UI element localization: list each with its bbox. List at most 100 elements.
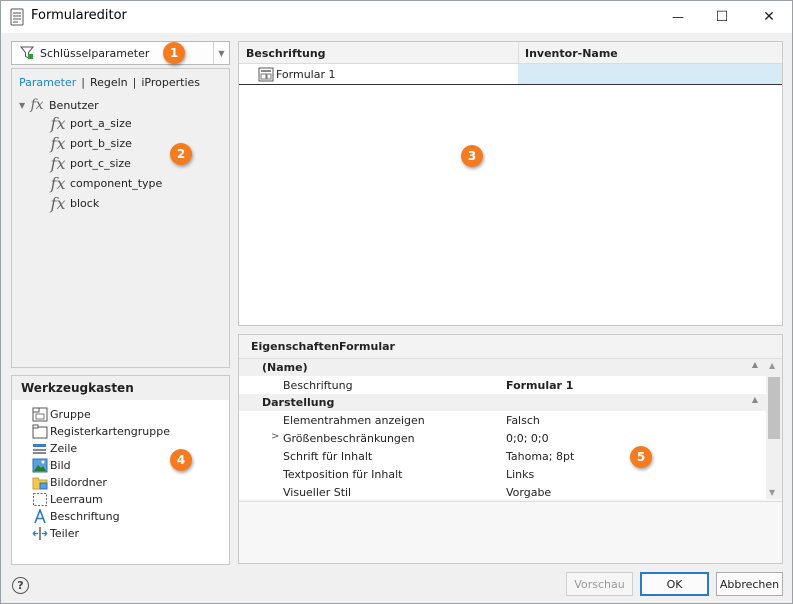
tab-parameter[interactable]: Parameter [19,76,76,89]
collapse-triangle-icon[interactable]: ▼ [19,101,29,110]
row-inventor-name-cell[interactable] [518,64,782,84]
help-icon[interactable]: ? [12,577,29,594]
tool-bild[interactable]: Bild [32,457,71,474]
parameter-tree-panel: Parameter | Regeln | iProperties ▼ fx Benutz… [11,68,230,368]
tree-tabs: Parameter | Regeln | iProperties [19,76,200,89]
tool-teiler[interactable]: Teiler [32,525,79,542]
ok-button[interactable]: OK [640,572,709,596]
grid-header: Beschriftung Inventor-Name [239,42,782,64]
formula-editor-window: Formulareditor — ☐ ✕ Schlüsselparameter … [0,0,793,604]
toolbox-title: Werkzeugkasten [21,381,134,395]
property-value[interactable]: 0;0; 0;0 [506,432,549,445]
tool-label: Bild [50,459,71,472]
tool-gruppe[interactable]: Gruppe [32,406,91,423]
scroll-up-icon[interactable]: ▲ [769,361,775,370]
parameter-filter-dropdown[interactable]: Schlüsselparameter ▼ [11,41,230,65]
tree-item-block[interactable]: fx block [50,193,100,213]
tree-item-label: component_type [70,176,163,190]
chevron-down-icon[interactable]: ▼ [213,42,229,64]
maximize-button[interactable]: ☐ [699,1,745,33]
form-icon [258,67,274,82]
group-icon [32,407,48,422]
filter-label: Schlüsselparameter [40,47,150,60]
property-name: Visueller Stil [283,486,352,499]
category-name[interactable]: (Name) ▲ [239,359,766,376]
tree-item-port-a-size[interactable]: fx port_a_size [50,113,132,133]
property-row-elementrahmen[interactable]: Elementrahmen anzeigen Falsch [239,411,766,429]
filter-icon [20,46,34,59]
tool-registerkartengruppe[interactable]: Registerkartengruppe [32,423,170,440]
preview-button[interactable]: Vorschau [566,572,633,596]
expand-chevron-icon[interactable]: > [271,431,279,442]
column-divider[interactable] [518,42,519,64]
property-value[interactable]: Tahoma; 8pt [506,450,574,463]
tree-item-port-c-size[interactable]: fx port_c_size [50,153,131,173]
column-header-inventor-name[interactable]: Inventor-Name [525,47,618,60]
table-row[interactable]: Formular 1 [239,64,782,85]
property-description-area [239,501,782,563]
property-row-beschriftung[interactable]: Beschriftung Formular 1 [239,376,766,394]
image-icon [32,458,48,473]
category-darstellung[interactable]: Darstellung ▲ [239,394,766,411]
close-button[interactable]: ✕ [746,1,792,33]
category-label: Darstellung [262,396,335,409]
property-name: Beschriftung [283,379,353,392]
property-value[interactable]: Vorgabe [506,486,551,499]
callout-badge-5: 5 [630,446,652,468]
property-row-visueller-stil[interactable]: Visueller Stil Vorgabe [239,483,766,499]
properties-header-object: Formular [339,340,395,353]
minimize-icon: — [672,10,684,24]
fx-icon: fx [50,133,66,153]
minimize-button[interactable]: — [655,1,701,33]
fx-icon: fx [50,113,66,133]
form-elements-grid: Beschriftung Inventor-Name Formular 1 [238,41,783,326]
category-label: (Name) [262,361,308,374]
spacer-icon [33,493,47,506]
title-bar: Formulareditor — ☐ ✕ [1,1,792,33]
image-folder-icon [32,477,48,490]
fx-icon: fx [50,193,66,213]
collapse-arrow-icon[interactable]: ▲ [752,360,758,369]
tool-leerraum[interactable]: Leerraum [32,491,103,508]
tree-item-label: port_a_size [70,116,132,130]
tab-iproperties[interactable]: iProperties [141,76,200,89]
tool-label: Registerkartengruppe [50,425,170,438]
property-row-textposition[interactable]: Textposition für Inhalt Links [239,465,766,483]
property-row-groessenbeschraenkungen[interactable]: > Größenbeschränkungen 0;0; 0;0 [239,429,766,447]
column-header-beschriftung[interactable]: Beschriftung [246,47,326,60]
callout-badge-1: 1 [163,42,185,64]
tab-separator: | [81,76,85,89]
callout-badge-4: 4 [170,449,192,471]
tool-label: Zeile [50,442,78,455]
collapse-arrow-icon[interactable]: ▲ [752,395,758,404]
properties-panel: Eigenschaften Formular (Name) ▲ Beschrif… [238,334,783,564]
tool-beschriftung[interactable]: Beschriftung [32,508,120,525]
property-name: Schrift für Inhalt [283,450,373,463]
property-grid: (Name) ▲ Beschriftung Formular 1 Darstel… [239,359,766,499]
tool-bildordner[interactable]: Bildordner [32,474,107,491]
scrollbar-thumb[interactable] [768,377,780,439]
tree-item-component-type[interactable]: fx component_type [50,173,163,193]
property-value[interactable]: Links [506,468,534,481]
tool-label: Leerraum [50,493,103,506]
callout-badge-2: 2 [170,143,192,165]
tool-zeile[interactable]: Zeile [32,440,77,457]
label-icon [34,509,46,524]
fx-icon: fx [50,173,66,193]
tool-label: Gruppe [50,408,91,421]
tab-separator: | [132,76,137,89]
property-value[interactable]: Formular 1 [506,379,573,392]
tool-label: Beschriftung [50,510,120,523]
cancel-button[interactable]: Abbrechen [716,572,783,596]
scroll-down-icon[interactable]: ▼ [769,488,775,497]
property-grid-scrollbar[interactable]: ▲ ▼ [766,359,782,499]
property-name: Größenbeschränkungen [283,432,415,445]
tab-regeln[interactable]: Regeln [90,76,128,89]
property-row-schrift[interactable]: Schrift für Inhalt Tahoma; 8pt [239,447,766,465]
property-value[interactable]: Falsch [506,414,540,427]
fx-icon: fx [50,153,66,173]
tree-node-benutzer[interactable]: ▼ fx Benutzer [19,96,99,114]
tree-item-port-b-size[interactable]: fx port_b_size [50,133,132,153]
tool-label: Bildordner [50,476,107,489]
properties-header-title: Eigenschaften [251,340,340,353]
